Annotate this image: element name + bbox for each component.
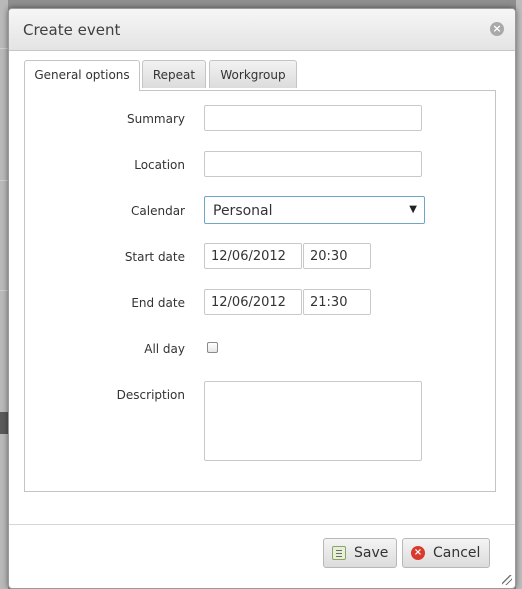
start-date-input[interactable]: 12/06/2012	[204, 243, 302, 269]
dialog-resize-handle[interactable]	[502, 575, 512, 585]
background-row-highlight	[0, 412, 8, 434]
all-day-label: All day	[144, 342, 185, 356]
background-panel-left	[0, 0, 8, 589]
save-button[interactable]: Save	[323, 538, 397, 568]
tab-workgroup[interactable]: Workgroup	[209, 60, 297, 88]
dialog-title: Create event	[23, 21, 121, 39]
description-label: Description	[116, 388, 185, 402]
summary-input[interactable]	[204, 105, 422, 131]
background-divider	[0, 180, 8, 181]
chevron-down-icon: ▼	[409, 204, 417, 215]
end-date-label: End date	[131, 296, 185, 310]
footer-divider	[9, 524, 515, 525]
cancel-button[interactable]: × Cancel	[402, 538, 490, 568]
all-day-checkbox[interactable]	[207, 342, 218, 353]
close-icon[interactable]: ×	[490, 22, 504, 36]
tab-label: Repeat	[152, 68, 196, 82]
dialog-titlebar[interactable]: Create event ×	[9, 9, 515, 51]
location-label: Location	[134, 158, 185, 172]
tab-repeat[interactable]: Repeat	[142, 60, 206, 88]
cancel-icon: ×	[411, 546, 425, 560]
cancel-button-label: Cancel	[433, 545, 481, 561]
start-time-input[interactable]: 20:30	[303, 243, 371, 269]
description-textarea[interactable]	[204, 381, 422, 461]
background-divider	[0, 290, 8, 291]
save-button-label: Save	[354, 545, 389, 561]
location-input[interactable]	[204, 151, 422, 177]
start-date-label: Start date	[124, 250, 185, 264]
calendar-select[interactable]: Personal ▼	[204, 196, 425, 224]
background-panel-right	[516, 0, 522, 589]
tab-label: Workgroup	[220, 68, 286, 82]
end-time-input[interactable]: 21:30	[303, 289, 371, 315]
tab-general-options[interactable]: General options	[24, 60, 140, 91]
end-date-input[interactable]: 12/06/2012	[204, 289, 302, 315]
calendar-selected-value: Personal	[213, 203, 273, 219]
calendar-label: Calendar	[131, 204, 185, 218]
summary-label: Summary	[127, 112, 185, 126]
tab-label: General options	[34, 68, 130, 82]
save-icon	[332, 546, 346, 560]
create-event-dialog: Create event × General options Repeat Wo…	[8, 8, 516, 589]
background-divider	[0, 48, 8, 49]
